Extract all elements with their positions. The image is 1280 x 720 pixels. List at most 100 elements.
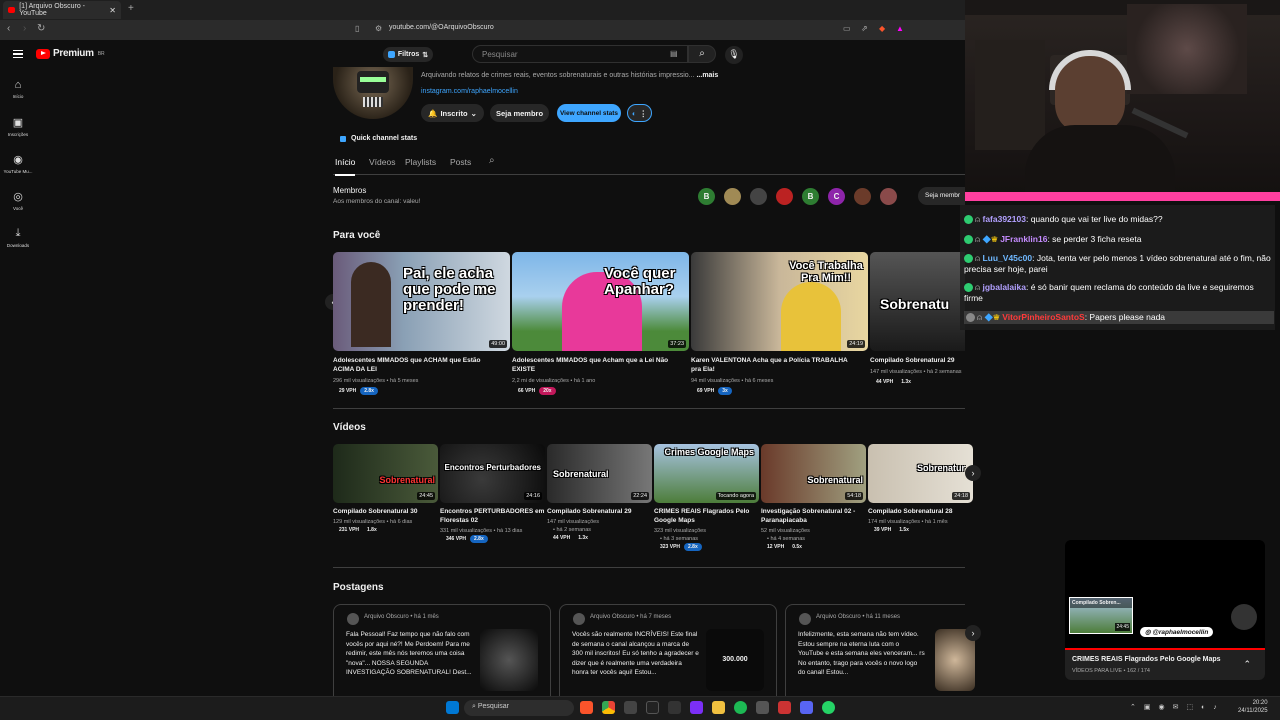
youtube-logo[interactable]: Premium BR (36, 48, 105, 59)
video-card[interactable]: Crimes Google Maps Tocando agora CRIMES R… (654, 444, 759, 551)
site-info-icon[interactable]: ⚙ (375, 24, 382, 33)
progress-bar[interactable] (1065, 648, 1265, 650)
subscribed-button[interactable]: 🔔 Inscrito ⌄ (421, 104, 484, 122)
chevron-up-icon[interactable]: ⌃ (1243, 659, 1251, 670)
app-icon[interactable] (756, 701, 769, 714)
forward-icon[interactable]: › (23, 23, 26, 34)
sidebar-item-youtube-music[interactable]: ◉ YouTube Mu... (0, 153, 36, 174)
browser-tab[interactable]: [1] Arquivo Obscuro - YouTube ✕ (3, 1, 121, 19)
video-card[interactable]: Sobrenatural 24:45 Compilado Sobrenatural… (333, 444, 438, 534)
clock[interactable]: 20:20 24/11/2025 (1238, 699, 1268, 715)
tab-playlists[interactable]: Playlists (405, 157, 436, 167)
extension-menu-button[interactable]: ◐ ⋮ (627, 104, 652, 122)
post-author[interactable]: Arquivo Obscuro • há 11 meses (816, 614, 900, 620)
spotify-icon[interactable] (734, 701, 747, 714)
app-icon[interactable] (690, 701, 703, 714)
video-card[interactable]: Você quer Apanhar? 37:23 Adolescentes MI… (512, 252, 689, 395)
miniplayer-info[interactable]: CRIMES REAIS Flagrados Pelo Google Maps … (1065, 648, 1265, 680)
member-avatar[interactable] (776, 188, 793, 205)
post-image[interactable]: 300.000 (706, 629, 764, 691)
video-card[interactable]: Pai, ele acha que pode me prender! 49:00… (333, 252, 510, 395)
back-icon[interactable]: ‹ (7, 23, 10, 34)
url-text[interactable]: youtube.com/@OArquivoObscuro (389, 24, 494, 31)
video-thumbnail[interactable]: Crimes Google Maps Tocando agora (654, 444, 759, 503)
carousel-next-icon[interactable]: › (965, 465, 981, 481)
video-card[interactable]: Você Trabalha Pra Mim!! 24:19 Karen VALE… (691, 252, 868, 395)
quick-channel-stats[interactable]: Quick channel stats (340, 135, 417, 142)
tab-inicio[interactable]: Início (335, 157, 356, 176)
discord-icon[interactable] (800, 701, 813, 714)
video-thumbnail[interactable]: Sobrenatural 24:45 (333, 444, 438, 503)
view-channel-stats-button[interactable]: View channel stats (557, 104, 621, 122)
search-input[interactable]: Pesquisar (472, 45, 688, 63)
video-thumbnail[interactable]: Você Trabalha Pra Mim!! 24:19 (691, 252, 868, 351)
video-title[interactable]: Compilado Sobrenatural 28 (868, 507, 973, 516)
member-avatar[interactable] (854, 188, 871, 205)
reload-icon[interactable]: ↻ (37, 23, 45, 34)
miniplayer-title[interactable]: CRIMES REAIS Flagrados Pelo Google Maps (1072, 656, 1221, 663)
sidebar-item-voce[interactable]: ◎ Você (0, 190, 36, 211)
video-title[interactable]: Investigação Sobrenatural 02 - Paranapia… (761, 507, 866, 525)
more-link[interactable]: ...mais (696, 72, 718, 79)
video-title[interactable]: Compilado Sobrenatural 30 (333, 507, 438, 516)
close-tab-icon[interactable]: ✕ (109, 6, 116, 15)
app-icon[interactable] (778, 701, 791, 714)
video-thumbnail[interactable]: Sobrenatural 54:18 (761, 444, 866, 503)
video-card[interactable]: Sobrenatural 54:18 Investigação Sobrenatu… (761, 444, 866, 551)
member-avatar[interactable]: B (802, 188, 819, 205)
join-members-button[interactable]: Seja membr (918, 187, 965, 205)
member-avatar[interactable] (724, 188, 741, 205)
post-text[interactable]: Fala Pessoal! Faz tempo que não falo com… (346, 630, 474, 678)
brave-shield-icon[interactable]: ◆ (879, 24, 885, 33)
video-thumbnail[interactable]: Sobrenatu (870, 252, 965, 351)
video-title[interactable]: Compilado Sobrenatural 29 (870, 356, 965, 365)
video-thumbnail[interactable]: Sobrenatur 24:18 (868, 444, 973, 503)
sidebar-item-inicio[interactable]: ⌂ Início (0, 79, 36, 99)
video-card[interactable]: Sobrenatu Compilado Sobrenatural 29 147 … (870, 252, 965, 386)
post-text[interactable]: Infelizmente, esta semana não tem vídeo.… (798, 630, 926, 678)
sidebar-item-downloads[interactable]: ⤓ Downloads (0, 227, 36, 248)
video-thumbnail[interactable]: Pai, ele acha que pode me prender! 49:00 (333, 252, 510, 351)
member-avatar[interactable] (880, 188, 897, 205)
app-icon[interactable] (624, 701, 637, 714)
search-button[interactable]: ⌕ (688, 45, 716, 63)
video-thumbnail[interactable]: Você quer Apanhar? 37:23 (512, 252, 689, 351)
filter-button[interactable]: Filtros ⇅ (383, 47, 433, 62)
video-title[interactable]: Karen VALENTONA Acha que a Polícia TRABA… (691, 356, 856, 374)
video-title[interactable]: Encontros PERTURBADORES em Florestas 02 (440, 507, 545, 525)
video-card[interactable]: Encontros Perturbadores 24:16 Encontros P… (440, 444, 545, 543)
rewards-icon[interactable]: ▲ (896, 24, 904, 33)
file-explorer-icon[interactable] (712, 701, 725, 714)
post-author[interactable]: Arquivo Obscuro • há 1 mês (364, 614, 439, 620)
video-title[interactable]: Adolescentes MIMADOS que Acham que a Lei… (512, 356, 677, 374)
channel-description[interactable]: Arquivando relatos de crimes reais, even… (421, 72, 718, 79)
carousel-next-icon[interactable]: › (965, 625, 981, 641)
community-post[interactable]: Arquivo Obscuro • há 1 mês Fala Pessoal!… (333, 604, 551, 704)
post-text[interactable]: Vocês são realmente INCRÍVEIS! Este fina… (572, 630, 700, 678)
menu-icon[interactable] (13, 50, 23, 58)
system-tray[interactable]: ⌃▣◉✉⬚◐♪ (1130, 703, 1225, 711)
video-title[interactable]: CRIMES REAIS Flagrados Pelo Google Maps (654, 507, 759, 525)
post-image[interactable] (480, 629, 538, 691)
channel-search-icon[interactable]: ⌕ (489, 155, 495, 166)
taskbar-search[interactable]: ⌕ Pesquisar (464, 700, 574, 716)
member-avatar[interactable] (750, 188, 767, 205)
cast-icon[interactable]: ▭ (843, 24, 851, 33)
miniplayer-thumbnail[interactable]: Compilado Sobren... 24:45 (1069, 597, 1133, 634)
post-author[interactable]: Arquivo Obscuro • há 7 meses (590, 614, 671, 620)
voice-search-button[interactable]: 🎙 (725, 46, 743, 64)
keyboard-icon[interactable]: ▤ (670, 49, 678, 58)
channel-link[interactable]: instagram.com/raphaelmocellin (421, 88, 518, 95)
new-tab-icon[interactable]: + (128, 3, 134, 14)
windows-start-icon[interactable] (446, 701, 459, 714)
member-avatar[interactable]: C (828, 188, 845, 205)
whatsapp-icon[interactable] (822, 701, 835, 714)
app-icon[interactable] (668, 701, 681, 714)
video-card[interactable]: Sobrenatur 24:18 Compilado Sobrenatural 2… (868, 444, 973, 534)
share-icon[interactable]: ⇗ (861, 24, 868, 33)
join-member-button[interactable]: Seja membro (490, 104, 549, 122)
community-post[interactable]: Arquivo Obscuro • há 11 meses Infelizmen… (785, 604, 975, 704)
tab-videos[interactable]: Vídeos (369, 157, 395, 167)
video-title[interactable]: Adolescentes MIMADOS que ACHAM que Estão… (333, 356, 498, 374)
bookmark-icon[interactable]: ▯ (355, 24, 359, 33)
